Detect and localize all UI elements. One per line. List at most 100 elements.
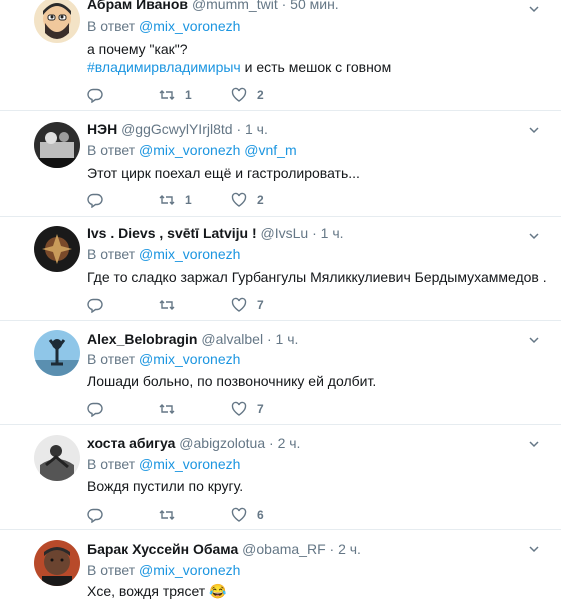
chevron-down-icon xyxy=(529,546,539,553)
more-menu-button[interactable] xyxy=(527,2,541,16)
user-handle[interactable]: @obama_RF xyxy=(242,541,325,557)
reply-button[interactable] xyxy=(87,401,159,417)
display-name[interactable]: Барак Хуссейн Обама xyxy=(87,541,238,557)
mention-link[interactable]: @mix_voronezh xyxy=(139,456,240,472)
avatar[interactable] xyxy=(34,540,80,586)
mention-link[interactable]: @mix_voronezh xyxy=(139,351,240,367)
avatar[interactable] xyxy=(34,226,80,272)
tweet-text: Где то сладко заржал Гурбангулы Мяликкул… xyxy=(87,269,547,285)
reply-icon xyxy=(87,193,103,208)
reply-prefix: В ответ xyxy=(87,18,136,34)
like-count: 2 xyxy=(257,193,264,207)
tweet[interactable]: хоста абигуа @abigzolotua · 2 ч. В ответ… xyxy=(0,425,561,530)
tweet-actions: 6 xyxy=(87,505,303,525)
retweet-button[interactable] xyxy=(159,401,231,417)
tweet-header: Alex_Belobragin @alvalbel · 1 ч. xyxy=(87,329,298,349)
display-name[interactable]: Ivs . Dievs , svētī Latviju ! xyxy=(87,225,257,241)
separator-dot: · xyxy=(269,435,274,451)
tweet[interactable]: Ivs . Dievs , svētī Latviju ! @IvsLu · 1… xyxy=(0,217,561,321)
like-count: 6 xyxy=(257,508,264,522)
tweet[interactable]: Абрам Иванов @mumm_twit · 50 мин. В отве… xyxy=(0,0,561,111)
tweet-header: НЭН @ggGcwylYIrjl8td · 1 ч. xyxy=(87,119,268,139)
more-menu-button[interactable] xyxy=(527,123,541,137)
tweet[interactable]: Барак Хуссейн Обама @obama_RF · 2 ч. В о… xyxy=(0,530,561,602)
mention-link[interactable]: @mix_voronezh xyxy=(139,562,240,578)
tweet-text-start: Х xyxy=(87,583,97,599)
like-count: 7 xyxy=(257,298,264,312)
timestamp[interactable]: 1 ч. xyxy=(245,121,268,137)
tweet-header: Ivs . Dievs , svētī Latviju ! @IvsLu · 1… xyxy=(87,223,344,243)
reply-prefix: В ответ xyxy=(87,142,136,158)
mention-link[interactable]: @mix_voronezh xyxy=(139,142,240,158)
tweet-text: Этот цирк поехал ещё и гастролировать... xyxy=(87,165,360,181)
more-menu-button[interactable] xyxy=(527,333,541,347)
tweet-actions: 7 xyxy=(87,399,303,419)
display-name[interactable]: хоста абигуа xyxy=(87,435,175,451)
timestamp[interactable]: 1 ч. xyxy=(321,225,344,241)
like-button[interactable]: 6 xyxy=(231,507,303,523)
more-menu-button[interactable] xyxy=(527,542,541,556)
tweet[interactable]: Alex_Belobragin @alvalbel · 1 ч. В ответ… xyxy=(0,321,561,425)
avatar[interactable] xyxy=(34,122,80,168)
reply-button[interactable] xyxy=(87,507,159,523)
tweet-header: Барак Хуссейн Обама @obama_RF · 2 ч. xyxy=(87,539,361,559)
tweet-header: хоста абигуа @abigzolotua · 2 ч. xyxy=(87,433,300,453)
separator-dot: · xyxy=(281,0,287,12)
retweet-icon xyxy=(159,90,175,100)
retweet-button[interactable] xyxy=(159,507,231,523)
tweet-text: Лошади больно, по позвоночнику ей долбит… xyxy=(87,373,377,389)
retweet-icon xyxy=(159,510,175,520)
reply-context: В ответ @mix_voronezh xyxy=(87,244,240,264)
retweet-button[interactable] xyxy=(159,297,231,313)
heart-icon xyxy=(231,507,247,522)
timestamp[interactable]: 2 ч. xyxy=(278,435,301,451)
heart-icon xyxy=(231,297,247,312)
user-handle[interactable]: @abigzolotua xyxy=(179,435,265,451)
avatar[interactable] xyxy=(34,0,80,43)
retweet-button[interactable]: 1 xyxy=(159,192,231,208)
display-name[interactable]: Alex_Belobragin xyxy=(87,331,197,347)
user-handle[interactable]: @IvsLu xyxy=(261,225,309,241)
retweet-count: 1 xyxy=(185,88,192,102)
user-handle[interactable]: @alvalbel xyxy=(201,331,263,347)
display-name[interactable]: НЭН xyxy=(87,121,117,137)
retweet-icon xyxy=(159,300,175,310)
heart-icon xyxy=(231,192,247,207)
retweet-button[interactable]: 1 xyxy=(159,87,231,103)
timestamp[interactable]: 1 ч. xyxy=(276,331,299,347)
user-handle[interactable]: @mumm_twit xyxy=(192,0,278,12)
reply-button[interactable] xyxy=(87,87,159,103)
more-menu-button[interactable] xyxy=(527,437,541,451)
like-button[interactable]: 2 xyxy=(231,192,303,208)
separator-dot: · xyxy=(329,541,335,557)
like-button[interactable]: 7 xyxy=(231,297,303,313)
mention-link[interactable]: @mix_voronezh xyxy=(139,18,240,34)
heart-icon xyxy=(231,401,247,416)
timestamp[interactable]: 2 ч. xyxy=(338,541,361,557)
mention-link[interactable]: @vnf_m xyxy=(244,142,296,158)
retweet-icon xyxy=(159,195,175,205)
tweet[interactable]: НЭН @ggGcwylYIrjl8td · 1 ч. В ответ @mix… xyxy=(0,111,561,217)
separator-dot: · xyxy=(236,121,242,137)
tweet-feed: Абрам Иванов @mumm_twit · 50 мин. В отве… xyxy=(0,0,561,602)
display-name[interactable]: Абрам Иванов xyxy=(87,0,188,12)
hashtag-link[interactable]: #владимирвладимирыч xyxy=(87,59,241,75)
tweet-text-rest: се, вождя трясет 😂 xyxy=(96,583,227,599)
mention-link[interactable]: @mix_voronezh xyxy=(139,246,240,262)
user-handle[interactable]: @ggGcwylYIrjl8td xyxy=(121,121,232,137)
tweet-text: Вождя пустили по кругу. xyxy=(87,478,244,494)
avatar[interactable] xyxy=(34,435,80,481)
like-button[interactable]: 7 xyxy=(231,401,303,417)
reply-context: В ответ @mix_voronezh xyxy=(87,349,240,369)
chevron-down-icon xyxy=(529,441,539,448)
avatar[interactable] xyxy=(34,330,80,376)
reply-button[interactable] xyxy=(87,192,159,208)
tweet-actions: 7 xyxy=(87,295,303,315)
more-menu-button[interactable] xyxy=(527,229,541,243)
reply-prefix: В ответ xyxy=(87,562,136,578)
timestamp[interactable]: 50 мин. xyxy=(290,0,339,12)
like-button[interactable]: 2 xyxy=(231,87,303,103)
reply-button[interactable] xyxy=(87,297,159,313)
reply-icon xyxy=(87,508,103,523)
reply-icon xyxy=(87,402,103,417)
